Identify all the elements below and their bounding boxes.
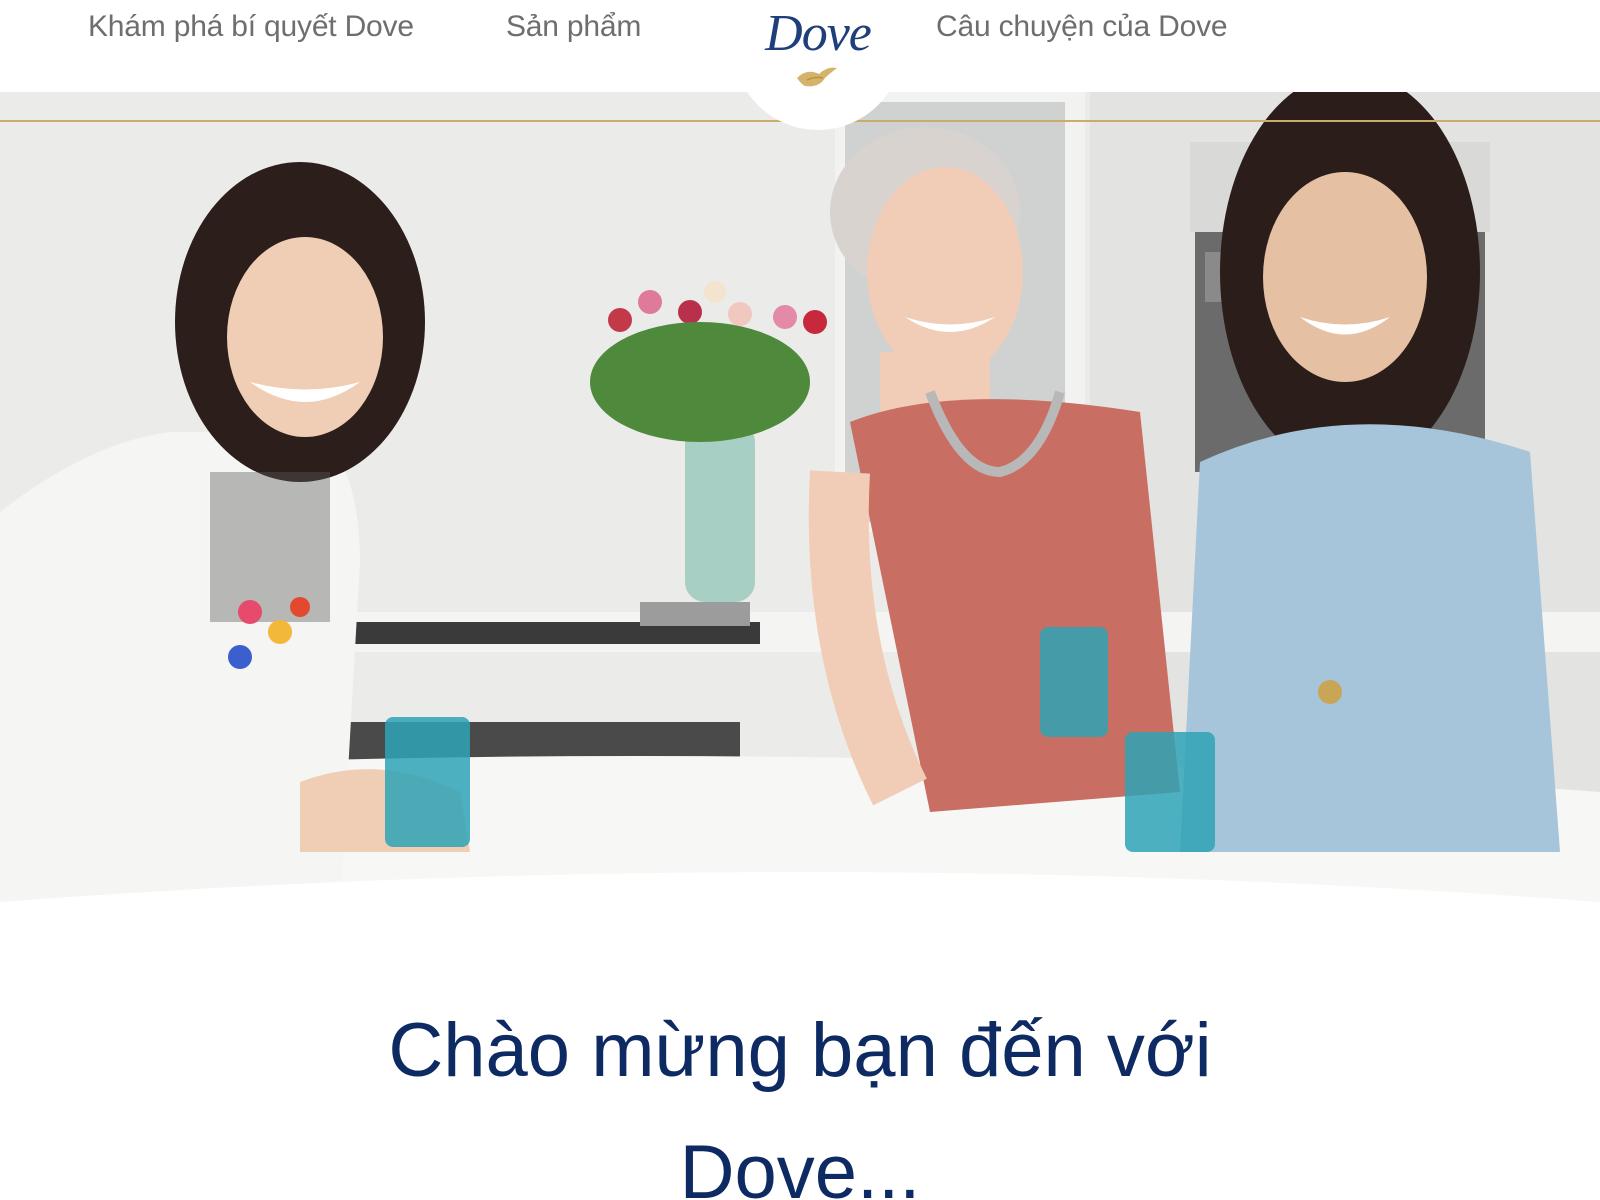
dove-bird-icon: [797, 67, 837, 87]
hero-curve-divider: [0, 872, 1600, 952]
nav-products[interactable]: Sản phẩm: [506, 10, 641, 44]
logo-wordmark: Dove: [765, 5, 872, 62]
nav-discover-secrets[interactable]: Khám phá bí quyết Dove: [88, 10, 414, 44]
nav-dove-story[interactable]: Câu chuyện của Dove: [936, 10, 1228, 44]
hero-image: [0, 92, 1600, 912]
dove-homepage: Khám phá bí quyết Dove Sản phẩm Câu chuy…: [0, 0, 1600, 1200]
hero-photo-illustration: [0, 92, 1600, 912]
welcome-heading: Chào mừng bạn đến với Dove...: [388, 1008, 1212, 1200]
